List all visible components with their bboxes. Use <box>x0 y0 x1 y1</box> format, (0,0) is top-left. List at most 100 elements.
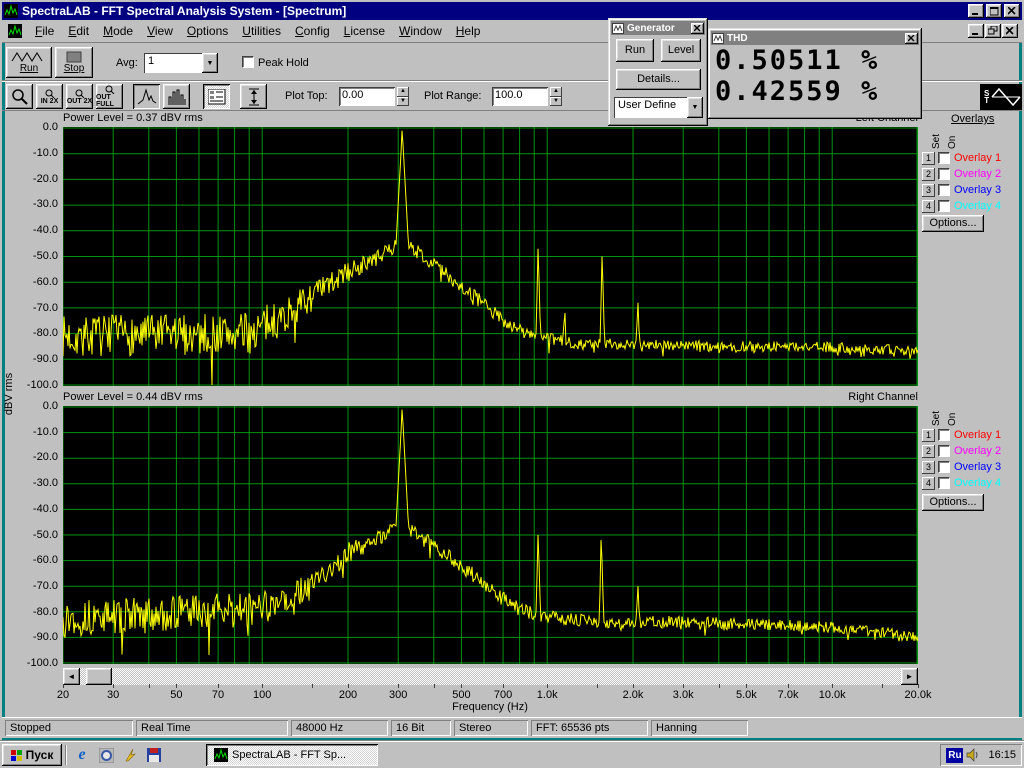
title-bar[interactable]: SpectraLAB - FFT Spectral Analysis Syste… <box>2 2 1022 20</box>
scroll-left-arrow-icon[interactable]: ◄ <box>63 668 80 685</box>
scrollbar-thumb[interactable] <box>86 668 112 685</box>
overlay-set-button[interactable]: 1 <box>922 429 935 442</box>
menu-utilities[interactable]: Utilities <box>235 21 288 41</box>
maximize-button[interactable] <box>986 4 1002 18</box>
y-tick-label: -60.0 <box>14 554 58 566</box>
overlay-on-checkbox[interactable] <box>938 200 950 212</box>
right-channel-label: Right Channel <box>848 391 918 406</box>
overlays-on-label: On <box>947 413 958 426</box>
peak-hold-checkbox[interactable] <box>242 56 254 68</box>
scroll-right-arrow-icon[interactable]: ► <box>901 668 918 685</box>
y-tick-label: -100.0 <box>14 657 58 669</box>
child-restore-button[interactable] <box>985 24 1001 38</box>
child-close-button[interactable] <box>1002 24 1018 38</box>
avg-combobox[interactable]: 1 ▼ <box>144 53 218 73</box>
overlay-on-checkbox[interactable] <box>938 168 950 180</box>
minimize-button[interactable] <box>968 4 984 18</box>
status-field: Stereo <box>454 720 528 736</box>
overlays-on-label: On <box>947 136 958 149</box>
left-channel-spectrum-plot[interactable] <box>63 127 918 386</box>
overlay-on-checkbox[interactable] <box>938 445 950 457</box>
menu-window[interactable]: Window <box>392 21 449 41</box>
overlay-on-checkbox[interactable] <box>938 429 950 441</box>
start-button[interactable]: Пуск <box>2 744 62 766</box>
overlay-on-checkbox[interactable] <box>938 152 950 164</box>
y-tick-label: -100.0 <box>14 379 58 391</box>
close-button[interactable] <box>1004 4 1020 18</box>
right-channel-spectrum-plot[interactable] <box>63 406 918 664</box>
x-tick-mark <box>63 684 64 688</box>
plot-top-spinner[interactable]: ▲▼ <box>397 87 409 106</box>
overlay-set-button[interactable]: 2 <box>922 168 935 181</box>
thd-title-bar[interactable]: THD <box>711 31 919 45</box>
overlay-set-button[interactable]: 2 <box>922 445 935 458</box>
media-player-icon[interactable] <box>97 746 115 764</box>
overlay-set-button[interactable]: 3 <box>922 184 935 197</box>
zoom-button[interactable] <box>6 84 33 109</box>
frequency-scrollbar[interactable]: ◄ ► <box>63 668 918 685</box>
menu-mode[interactable]: Mode <box>96 21 140 41</box>
generator-details-button[interactable]: Details... <box>616 69 701 90</box>
plot-range-spinner[interactable]: ▲▼ <box>550 87 562 106</box>
overlay-on-checkbox[interactable] <box>938 184 950 196</box>
overlay-set-button[interactable]: 4 <box>922 477 935 490</box>
x-tick-label: 300 <box>389 689 407 701</box>
taskbar-task-spectralab[interactable]: SpectraLAB - FFT Sp... <box>206 744 378 766</box>
zoom-out-full-button[interactable]: OUT FULL <box>96 84 123 109</box>
run-button[interactable]: Run <box>6 47 52 78</box>
overlay-label: Overlay 2 <box>954 168 1001 180</box>
winamp-icon[interactable] <box>121 746 139 764</box>
display-options-button[interactable] <box>203 84 230 109</box>
generator-run-button[interactable]: Run <box>616 39 654 62</box>
child-minimize-button[interactable] <box>968 24 984 38</box>
menu-license[interactable]: License <box>337 21 392 41</box>
menu-file[interactable]: File <box>28 21 61 41</box>
overlay-on-checkbox[interactable] <box>938 461 950 473</box>
y-tick-label: -30.0 <box>14 198 58 210</box>
x-minor-tick-mark <box>149 684 150 688</box>
thd-value-left: 0.50511 % <box>715 45 919 76</box>
task-label: SpectraLAB - FFT Sp... <box>232 749 346 761</box>
status-bar: StoppedReal Time48000 Hz16 BitStereoFFT:… <box>2 717 1022 738</box>
internet-explorer-icon[interactable]: e <box>73 746 91 764</box>
magnifier-icon <box>11 88 28 105</box>
thd-close-icon[interactable] <box>905 33 918 44</box>
overlay-label: Overlay 3 <box>954 184 1001 196</box>
overlay-on-checkbox[interactable] <box>938 477 950 489</box>
overlay-options-button[interactable]: Options... <box>922 494 984 511</box>
overlay-set-button[interactable]: 1 <box>922 152 935 165</box>
volume-speaker-icon[interactable] <box>966 748 980 762</box>
x-tick-mark <box>398 684 399 688</box>
generator-level-button[interactable]: Level <box>661 39 701 62</box>
line-plot-mode-button[interactable] <box>133 84 160 109</box>
overlay-set-button[interactable]: 4 <box>922 200 935 213</box>
overlay-set-button[interactable]: 3 <box>922 461 935 474</box>
x-minor-tick-mark <box>882 684 883 688</box>
x-tick-mark <box>547 684 548 688</box>
plot-top-input[interactable]: 0.00 <box>339 87 395 106</box>
x-axis-title: Frequency (Hz) <box>390 701 590 713</box>
language-indicator[interactable]: Ru <box>946 748 963 763</box>
bar-plot-mode-button[interactable] <box>163 84 190 109</box>
generator-mode-combobox[interactable]: User Define ▼ <box>614 97 703 118</box>
x-tick-mark <box>633 684 634 688</box>
zoom-in-2x-button[interactable]: IN 2X <box>36 84 63 109</box>
avg-dropdown-arrow-icon[interactable]: ▼ <box>202 53 218 73</box>
y-scale-button[interactable] <box>240 84 267 109</box>
menu-options[interactable]: Options <box>180 21 235 41</box>
zoom-out-2x-button[interactable]: OUT 2X <box>66 84 93 109</box>
child-window-icon[interactable] <box>8 24 22 38</box>
x-tick-label: 200 <box>339 689 357 701</box>
generator-title-bar[interactable]: Generator <box>611 21 705 35</box>
menu-edit[interactable]: Edit <box>61 21 96 41</box>
save-disk-icon[interactable] <box>145 746 163 764</box>
menu-view[interactable]: View <box>140 21 180 41</box>
stop-button[interactable]: Stop <box>55 47 93 78</box>
menu-config[interactable]: Config <box>288 21 337 41</box>
overlay-options-button[interactable]: Options... <box>922 215 984 232</box>
plot-range-input[interactable]: 100.0 <box>492 87 548 106</box>
generator-mode-dropdown-arrow-icon[interactable]: ▼ <box>687 97 703 118</box>
generator-close-icon[interactable] <box>691 23 704 34</box>
menu-help[interactable]: Help <box>449 21 488 41</box>
zoom-out-icon <box>75 89 85 98</box>
